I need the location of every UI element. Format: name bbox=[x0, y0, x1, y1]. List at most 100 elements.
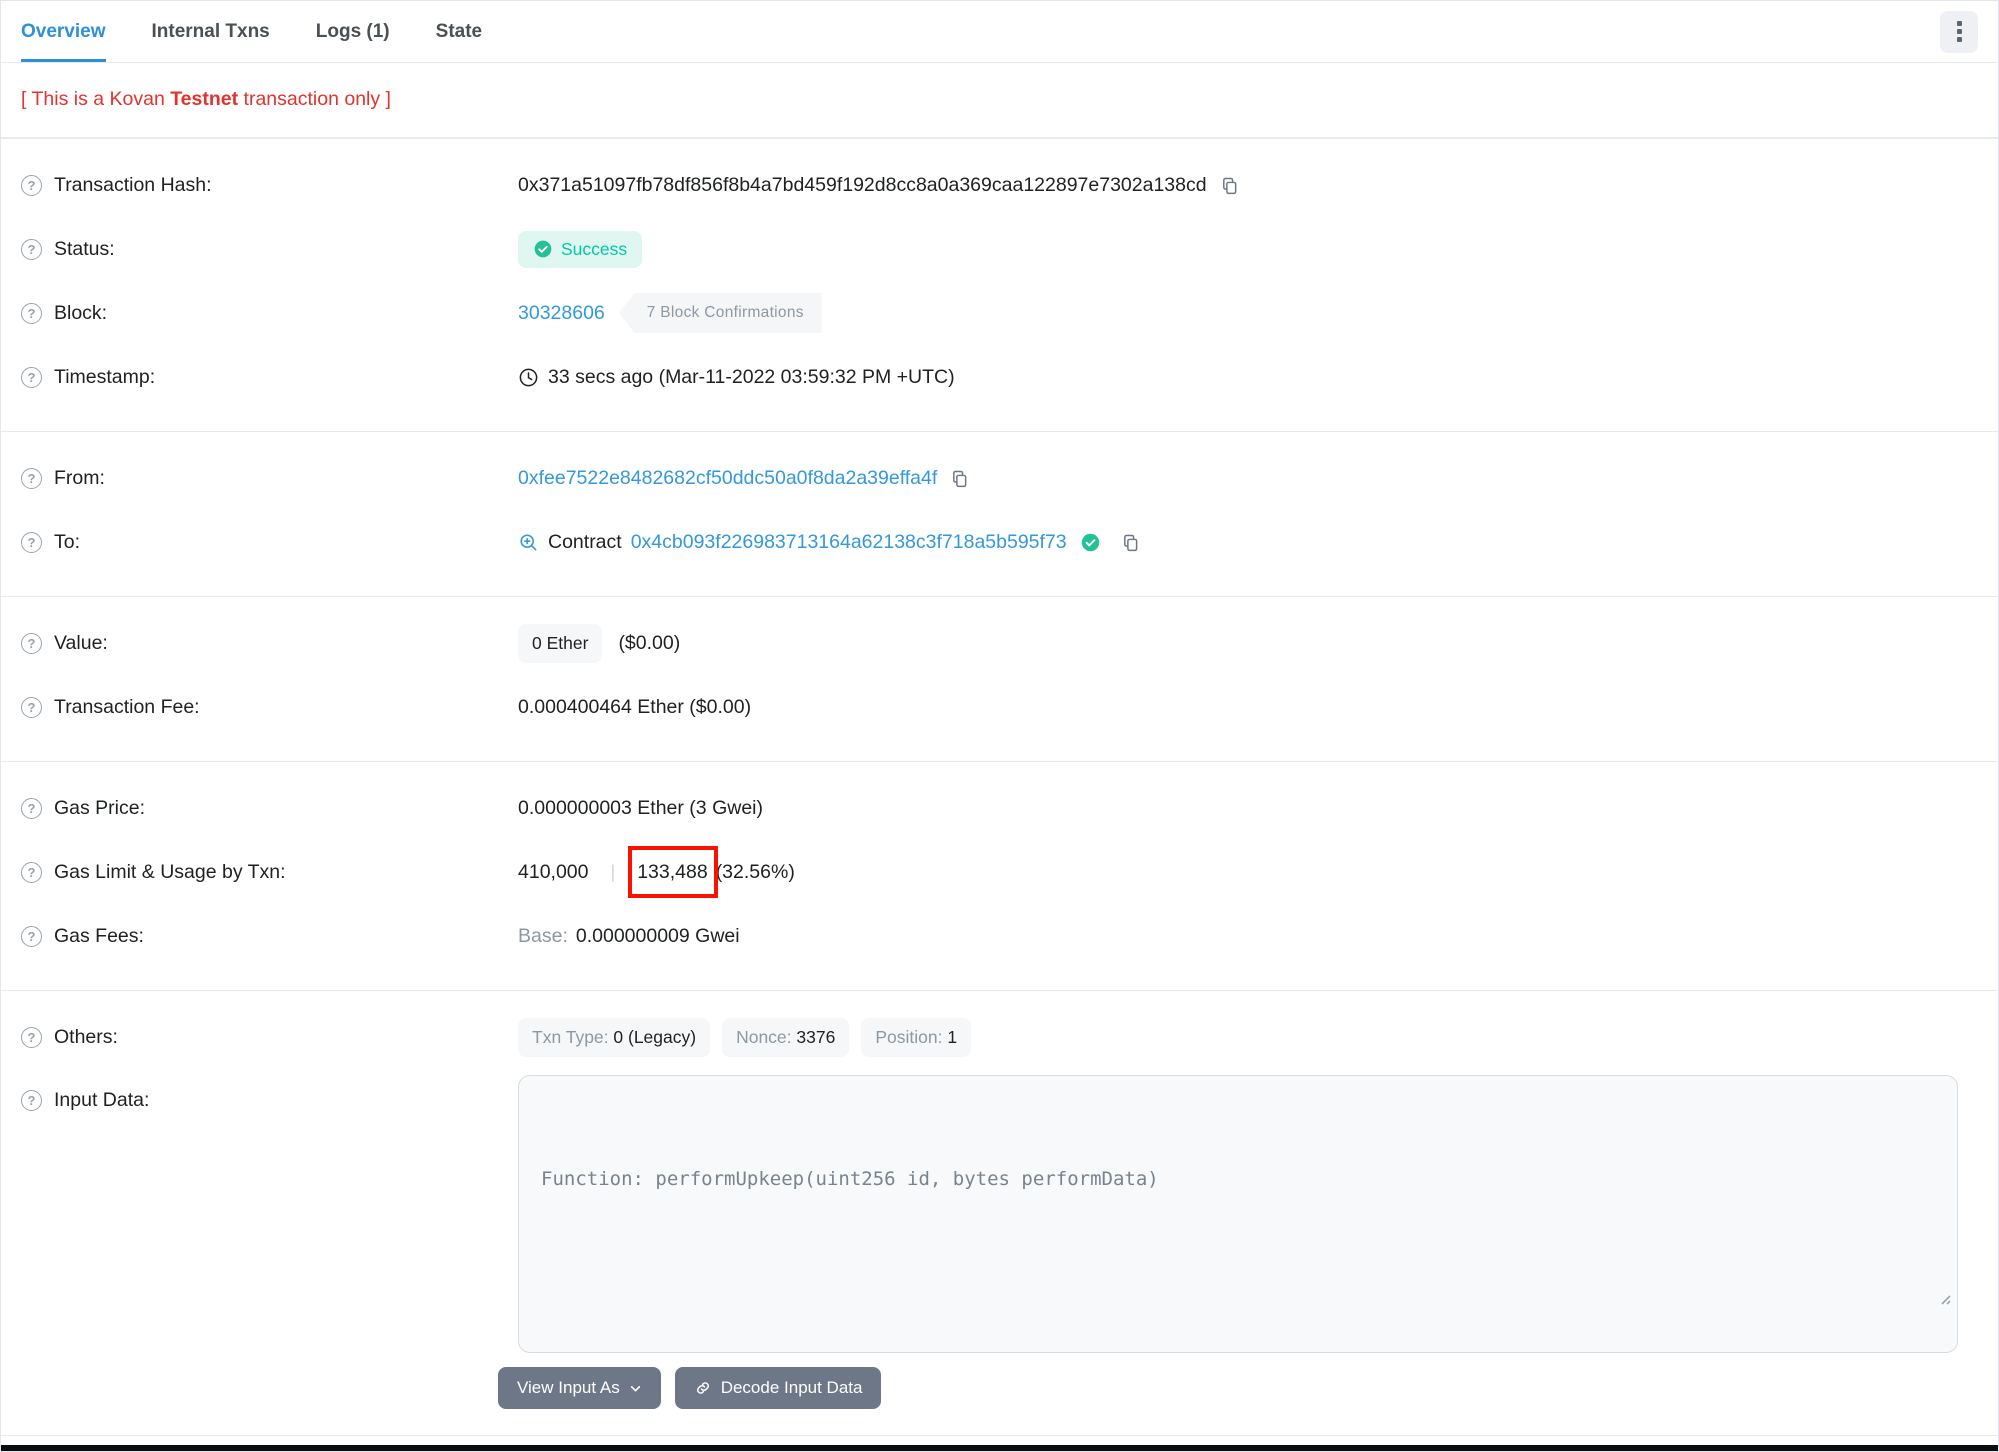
position-badge-label: Position: bbox=[875, 1026, 948, 1047]
testnet-notice-bold: Testnet bbox=[170, 88, 239, 110]
timestamp-value: 33 secs ago (Mar-11-2022 03:59:32 PM +UT… bbox=[548, 365, 955, 388]
timestamp-label: Timestamp: bbox=[54, 365, 156, 388]
copy-icon bbox=[1222, 177, 1236, 194]
resize-handle[interactable] bbox=[1823, 1253, 1951, 1346]
gas-separator: | bbox=[610, 861, 616, 882]
gas-used-percent: (32.56%) bbox=[715, 860, 795, 883]
to-address-link[interactable]: 0x4cb093f226983713164a62138c3f718a5b595f… bbox=[631, 531, 1067, 554]
value-label: Value: bbox=[54, 631, 108, 654]
gas-fees-label-group: Gas Fees: bbox=[21, 925, 518, 948]
block-label: Block: bbox=[54, 301, 108, 324]
transaction-fee-label: Transaction Fee: bbox=[54, 695, 200, 718]
from-address-link[interactable]: 0xfee7522e8482682cf50ddc50a0f8da2a39effa… bbox=[518, 467, 937, 490]
section-hash-status-block-time: Transaction Hash: 0x371a51097fb78df856f8… bbox=[1, 138, 1998, 431]
section-value-fee: Value: 0 Ether ($0.00) Transaction Fee: … bbox=[1, 596, 1998, 761]
help-icon[interactable] bbox=[21, 238, 42, 260]
row-gas-fees: Gas Fees: Base: 0.000000009 Gwei bbox=[1, 904, 1998, 968]
help-icon[interactable] bbox=[21, 174, 42, 196]
tab-overview[interactable]: Overview bbox=[21, 1, 106, 62]
help-icon[interactable] bbox=[21, 696, 42, 718]
help-icon[interactable] bbox=[21, 366, 42, 388]
copy-from-address-button[interactable] bbox=[949, 468, 970, 489]
input-methodid-line: MethodID: 0x7bbaf1ea bbox=[541, 1350, 1935, 1352]
decode-icon bbox=[696, 1382, 709, 1394]
testnet-notice-prefix: [ This is a Kovan bbox=[21, 88, 171, 110]
nonce-badge: Nonce: 3376 bbox=[722, 1017, 850, 1057]
transaction-hash-value: 0x371a51097fb78df856f8b4a7bd459f192d8cc8… bbox=[518, 173, 1207, 196]
help-icon[interactable] bbox=[21, 861, 42, 883]
input-function-line: Function: performUpkeep(uint256 id, byte… bbox=[541, 1168, 1159, 1190]
input-data-box[interactable]: Function: performUpkeep(uint256 id, byte… bbox=[518, 1075, 1958, 1353]
verified-check-icon bbox=[1081, 533, 1099, 551]
gas-used-value: 133,488 bbox=[637, 860, 708, 883]
kebab-menu-icon bbox=[1956, 21, 1962, 42]
tab-internal-txns[interactable]: Internal Txns bbox=[152, 1, 270, 62]
decode-input-data-label: Decode Input Data bbox=[720, 1378, 863, 1397]
bottom-border bbox=[1, 1445, 1998, 1451]
status-label-group: Status: bbox=[21, 238, 518, 261]
copy-to-address-button[interactable] bbox=[1120, 532, 1141, 553]
help-icon[interactable] bbox=[21, 1090, 42, 1111]
gas-limit-value: 410,000 bbox=[518, 860, 589, 883]
tab-bar: Overview Internal Txns Logs (1) State bbox=[1, 1, 1998, 63]
row-block: Block: 30328606 7 Block Confirmations bbox=[1, 281, 1998, 345]
from-label: From: bbox=[54, 466, 105, 489]
transaction-hash-label-group: Transaction Hash: bbox=[21, 174, 518, 197]
to-label-group: To: bbox=[21, 531, 518, 554]
help-icon[interactable] bbox=[21, 467, 42, 489]
row-gas-limit-usage: Gas Limit & Usage by Txn: 410,000 | 133,… bbox=[1, 840, 1998, 904]
txn-type-badge: Txn Type: 0 (Legacy) bbox=[518, 1017, 711, 1057]
row-transaction-fee: Transaction Fee: 0.000400464 Ether ($0.0… bbox=[1, 675, 1998, 739]
copy-hash-button[interactable] bbox=[1219, 175, 1240, 196]
block-confirmations-badge: 7 Block Confirmations bbox=[618, 293, 822, 333]
gas-price-label-group: Gas Price: bbox=[21, 797, 518, 820]
input-actions: View Input As Decode Input Data bbox=[498, 1367, 1998, 1413]
chevron-down-icon bbox=[630, 1385, 640, 1391]
clock-icon bbox=[519, 368, 538, 386]
gas-used-wrap: 133,488 bbox=[628, 845, 718, 898]
others-label: Others: bbox=[54, 1025, 118, 1048]
others-label-group: Others: bbox=[21, 1026, 518, 1049]
timestamp-label-group: Timestamp: bbox=[21, 366, 518, 389]
from-label-group: From: bbox=[21, 467, 518, 490]
copy-icon bbox=[1123, 534, 1138, 551]
row-others: Others: Txn Type: 0 (Legacy) Nonce: 3376… bbox=[1, 1005, 1998, 1069]
testnet-notice-suffix: transaction only ] bbox=[238, 88, 391, 110]
row-input-data: Input Data: Function: performUpkeep(uint… bbox=[1, 1075, 1998, 1353]
tab-state[interactable]: State bbox=[436, 1, 482, 62]
decode-input-data-button[interactable]: Decode Input Data bbox=[674, 1367, 882, 1409]
status-badge-text: Success bbox=[561, 238, 628, 259]
transaction-fee-label-group: Transaction Fee: bbox=[21, 696, 518, 719]
transaction-fee-value: 0.000400464 Ether ($0.00) bbox=[518, 695, 752, 718]
position-badge: Position: 1 bbox=[861, 1017, 972, 1057]
testnet-notice: [ This is a Kovan Testnet transaction on… bbox=[1, 63, 1998, 138]
block-number-link[interactable]: 30328606 bbox=[518, 302, 605, 325]
view-input-as-button[interactable]: View Input As bbox=[498, 1367, 661, 1409]
transaction-hash-label: Transaction Hash: bbox=[54, 173, 212, 196]
row-timestamp: Timestamp: 33 secs ago (Mar-11-2022 03:5… bbox=[1, 345, 1998, 409]
tab-logs[interactable]: Logs (1) bbox=[316, 1, 390, 62]
gas-fees-base-label: Base: bbox=[518, 924, 568, 947]
txn-type-badge-value: 0 (Legacy) bbox=[613, 1026, 697, 1047]
check-circle-icon bbox=[534, 240, 552, 258]
magnifier-plus-icon[interactable] bbox=[518, 532, 539, 553]
txn-type-badge-label: Txn Type: bbox=[532, 1026, 614, 1047]
row-value: Value: 0 Ether ($0.00) bbox=[1, 611, 1998, 675]
more-options-button[interactable] bbox=[1940, 10, 1978, 53]
nonce-badge-label: Nonce: bbox=[736, 1026, 797, 1047]
help-icon[interactable] bbox=[21, 302, 42, 324]
help-icon[interactable] bbox=[21, 797, 42, 819]
row-gas-price: Gas Price: 0.000000003 Ether (3 Gwei) bbox=[1, 776, 1998, 840]
help-icon[interactable] bbox=[21, 925, 42, 947]
gas-fees-label: Gas Fees: bbox=[54, 924, 144, 947]
row-status: Status: Success bbox=[1, 217, 1998, 281]
nonce-badge-value: 3376 bbox=[796, 1026, 836, 1047]
ether-value-usd: ($0.00) bbox=[618, 631, 681, 654]
row-transaction-hash: Transaction Hash: 0x371a51097fb78df856f8… bbox=[1, 153, 1998, 217]
copy-icon bbox=[953, 470, 967, 487]
help-icon[interactable] bbox=[21, 531, 42, 553]
gas-limit-label: Gas Limit & Usage by Txn: bbox=[54, 860, 286, 883]
help-icon[interactable] bbox=[21, 632, 42, 654]
status-label: Status: bbox=[54, 237, 115, 260]
help-icon[interactable] bbox=[21, 1026, 42, 1048]
